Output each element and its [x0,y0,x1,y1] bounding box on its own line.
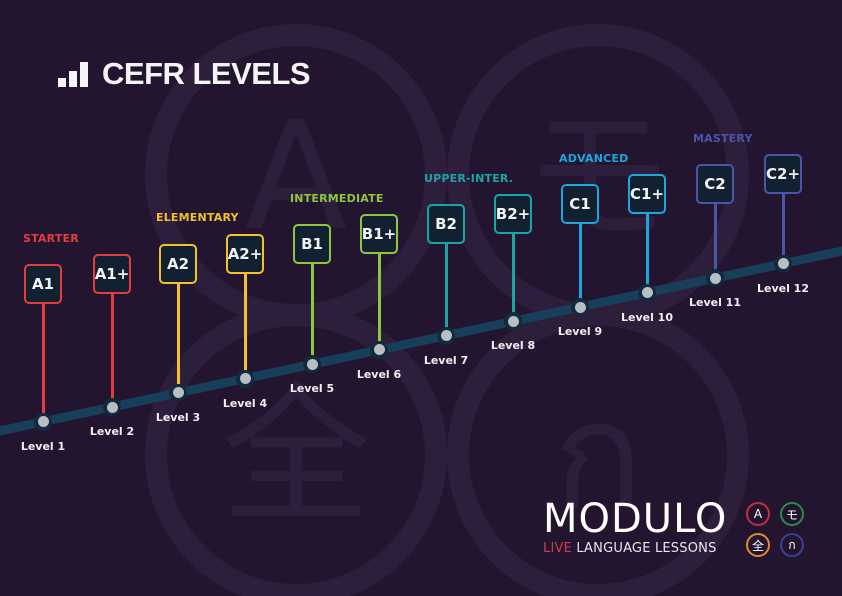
node-dot [574,301,586,313]
timeline-node [34,412,52,431]
category-label: UPPER-INTER. [424,172,514,185]
tagline-rest: LANGUAGE LESSONS [571,541,717,556]
tagline-highlight: LIVE [543,541,572,556]
bar-chart-icon [58,61,88,87]
bubble-glyph: A [753,507,763,521]
level-box-c2-plus: C2+ [764,154,802,194]
level-stem [781,194,785,264]
timeline-node [774,254,792,273]
timeline-node [103,398,121,416]
bubble-glyph: モ [785,507,798,522]
bubble-latin-icon: A [746,502,770,526]
title-text: CEFR LEVELS [102,56,311,91]
bubble-japanese-icon: モ [780,502,804,526]
node-dot [306,358,318,370]
level-stem [645,214,649,293]
level-label: Level 7 [423,353,469,367]
page-title: CEFR LEVELS [58,56,311,92]
node-dot [239,373,251,385]
level-label: Level 5 [289,382,335,396]
level-box-a1: A1 [24,264,62,304]
category-label: INTERMEDIATE [290,192,384,205]
node-dot [106,401,118,413]
node-dot [709,272,721,284]
level-stem [243,274,247,379]
timeline-node [437,326,455,345]
node-dot [641,287,653,299]
level-label: Level 4 [222,396,268,410]
level-box-c1: C1 [561,184,599,224]
category-label: STARTER [23,232,79,245]
level-box-c1-plus: C1+ [628,174,666,214]
node-dot [37,416,49,428]
level-box-a2-plus: A2+ [226,234,264,274]
level-box-b1: B1 [293,224,331,264]
level-stem [110,294,114,407]
brand-tagline: LIVE LANGUAGE LESSONS [543,541,727,556]
timeline-node [370,340,388,359]
level-label: Level 11 [688,296,741,310]
brand-logo: MODULO LIVE LANGUAGE LESSONS [543,497,727,556]
level-label: Level 2 [89,425,135,438]
node-dot [440,330,452,342]
level-label: Level 9 [557,325,603,339]
level-stem [310,264,314,365]
level-label: Level 3 [155,410,201,424]
timeline-node [169,383,187,402]
timeline-node [638,283,656,302]
level-stem [511,234,515,322]
timeline-node [571,298,589,317]
level-box-a1-plus: A1+ [93,254,131,294]
bubble-thai-icon: ก [780,533,804,557]
bubble-chinese-icon: 全 [746,533,770,557]
category-label: ELEMENTARY [156,211,239,224]
level-stem [41,304,45,422]
category-label: ADVANCED [559,152,629,165]
level-stem [444,244,448,336]
language-bubbles-icon: A モ 全 ก [746,502,806,560]
level-label: Level 8 [490,339,536,353]
bubble-glyph: 全 [751,538,764,553]
bubble-glyph: ก [788,537,796,552]
level-stem [377,254,381,350]
node-dot [777,258,789,270]
category-label: MASTERY [693,132,753,145]
node-dot [373,344,385,356]
level-box-b2: B2 [427,204,465,244]
brand-name: MODULO [543,496,728,542]
level-stem [176,284,180,393]
level-box-b2-plus: B2+ [494,194,532,234]
node-dot [507,315,519,327]
level-box-c2: C2 [696,164,734,204]
level-box-a2: A2 [159,244,197,284]
level-stem [713,204,717,279]
timeline-node [236,369,254,388]
level-label: Level 1 [20,439,66,453]
level-label: Level 10 [620,310,673,324]
cefr-levels-infographic: A モ 全 ก CEFR LEVELS A1 Level 1 A1+ Level 2 A… [0,0,842,596]
node-dot [172,387,184,399]
level-box-b1-plus: B1+ [360,214,398,254]
level-stem [578,224,582,308]
level-label: Level 12 [756,281,809,295]
level-label: Level 6 [356,367,402,381]
